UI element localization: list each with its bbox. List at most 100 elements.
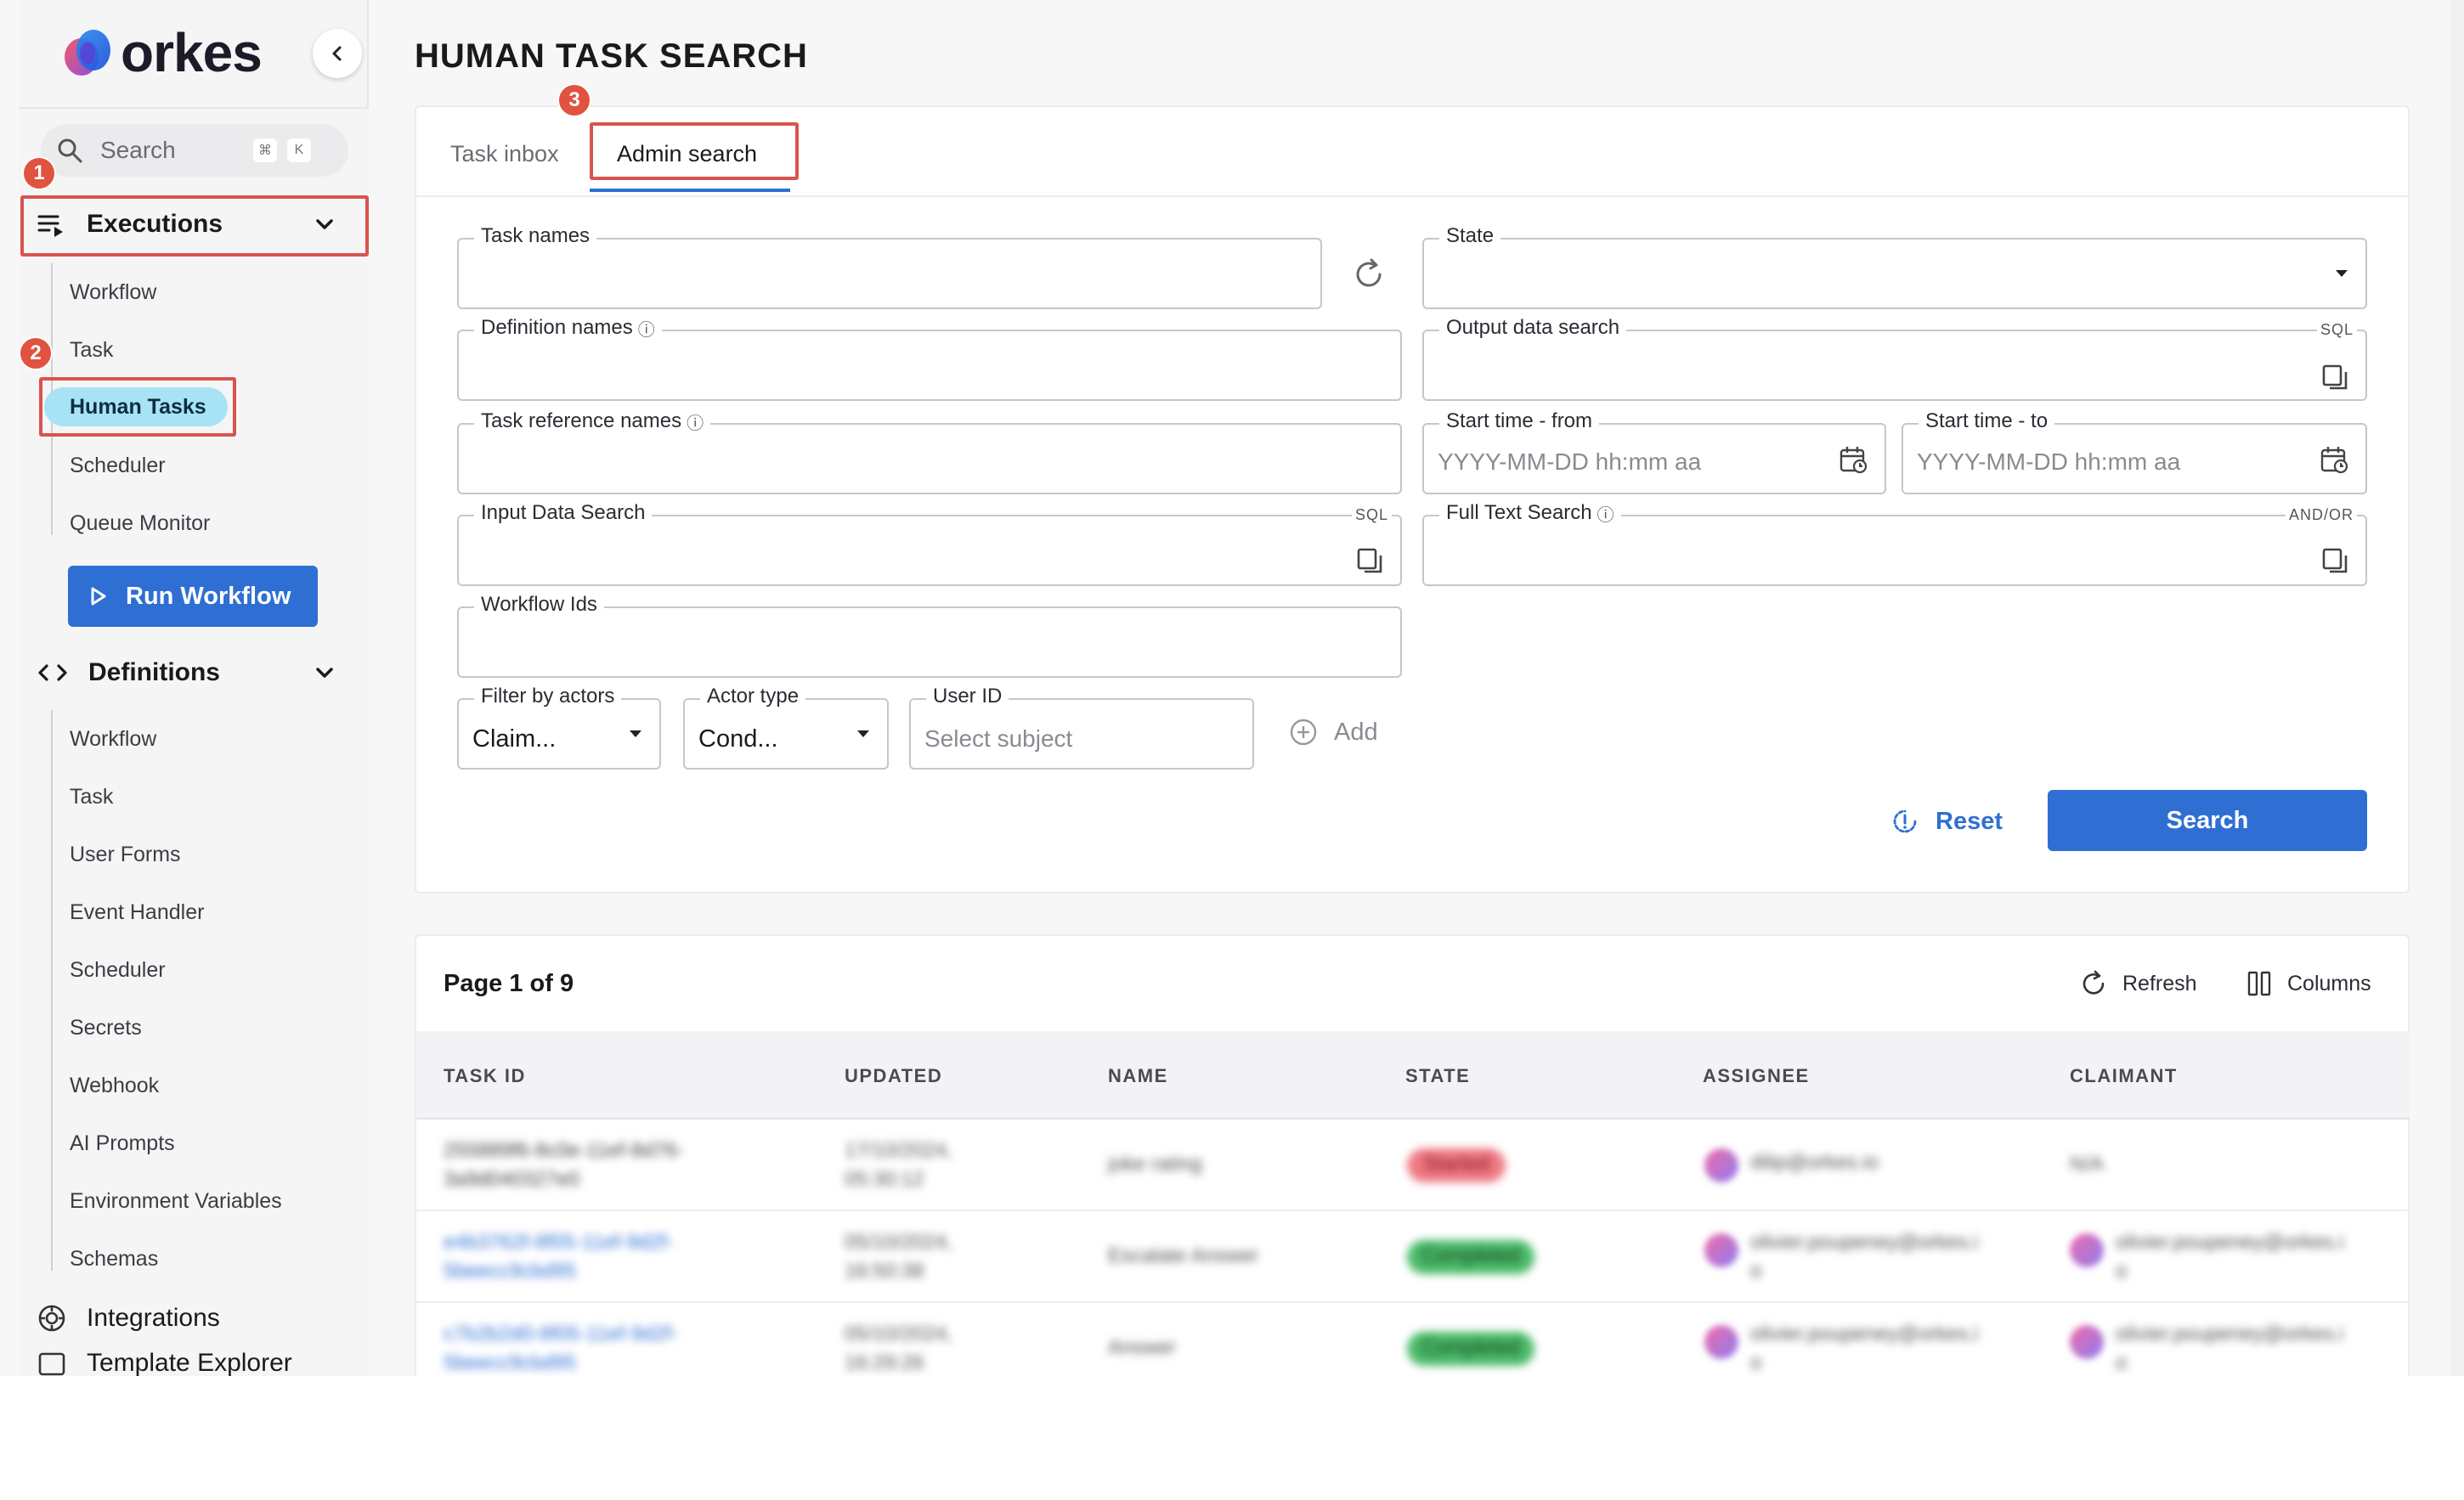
col-assignee[interactable]: ASSIGNEE (1703, 1065, 1810, 1087)
input-data-search-field[interactable]: Input Data Search SQL (457, 501, 1402, 586)
sidebar-item-def-task[interactable]: Task (70, 780, 113, 814)
reload-button[interactable] (1351, 257, 1387, 296)
kbd-k: K (287, 138, 311, 162)
reset-label: Reset (1936, 807, 2003, 835)
filter-by-actors-select[interactable]: Filter by actors Claim... (457, 685, 661, 770)
name-cell: Escalate Answer (1108, 1244, 1259, 1267)
state-cell: Completed (1421, 1244, 1521, 1267)
avatar (1704, 1148, 1738, 1182)
calendar-clock-icon[interactable] (1839, 445, 1869, 476)
sidebar-item-def-workflow[interactable]: Workflow (70, 722, 156, 756)
definitions-tree-line (51, 710, 53, 1271)
annotation-badge-1: 1 (22, 156, 56, 190)
columns-button[interactable]: Columns (2246, 970, 2371, 997)
sql-tag: SQL (2316, 321, 2357, 339)
updated-date: 05/10/2024, (845, 1231, 952, 1254)
assignee-cell: dilip@orkes.io (1750, 1151, 1879, 1174)
sidebar-item-queue-monitor[interactable]: Queue Monitor (70, 506, 210, 540)
col-updated[interactable]: UPDATED (845, 1065, 942, 1087)
sidebar-item-def-scheduler[interactable]: Scheduler (70, 953, 166, 987)
sidebar-search-input[interactable]: Search ⌘ K (41, 124, 348, 177)
nav-section-partial[interactable]: Template Explorer (37, 1351, 348, 1376)
chevron-left-icon (332, 46, 342, 61)
claimant-cell: olivier.poupeney@orkes.i o (2116, 1228, 2344, 1286)
task-names-label: Task names (474, 224, 597, 248)
refresh-label: Refresh (2122, 971, 2197, 995)
add-actor-button[interactable]: Add (1288, 717, 1378, 747)
brand-logo[interactable]: orkes (59, 19, 263, 87)
run-workflow-button[interactable]: Run Workflow (68, 566, 318, 627)
updated-time: 16:50:38 (845, 1260, 924, 1283)
sidebar-item-environment-variables[interactable]: Environment Variables (70, 1184, 282, 1218)
col-task-id[interactable]: TASK ID (444, 1065, 526, 1087)
name-cell: joke rating (1108, 1153, 1202, 1176)
sidebar-item-task[interactable]: Task (70, 333, 113, 367)
output-data-search-field[interactable]: Output data search SQL (1422, 316, 2367, 401)
sidebar-item-webhook[interactable]: Webhook (70, 1069, 159, 1102)
start-time-from-placeholder: YYYY-MM-DD hh:mm aa (1438, 448, 1702, 475)
copy-icon[interactable] (2321, 547, 2350, 576)
sidebar-item-secrets[interactable]: Secrets (70, 1011, 142, 1045)
refresh-icon (2083, 970, 2105, 995)
integrations-icon (38, 1305, 65, 1332)
active-tab-indicator (590, 189, 790, 192)
table-row[interactable]: 255889f6-8c0e-11ef-8d76- 3a9d040327e0 17/… (416, 1119, 2410, 1211)
actor-type-value: Cond... (698, 725, 778, 753)
user-id-field[interactable]: User ID Select subject (909, 685, 1254, 770)
start-time-from-field[interactable]: Start time - from YYYY-MM-DD hh:mm aa (1422, 409, 1886, 494)
copy-icon[interactable] (1356, 547, 1385, 576)
nav-section-definitions[interactable]: Definitions (37, 649, 348, 696)
workflow-ids-field[interactable]: Workflow Ids (457, 593, 1402, 678)
table-row[interactable]: e4b3762f-8f05-11ef-9d2f- 5beecc9cbd95 05/… (416, 1211, 2410, 1303)
task-id-cell[interactable]: 255889f6-8c0e-11ef-8d76- 3a9d040327e0 (444, 1136, 683, 1194)
copy-icon[interactable] (2321, 364, 2350, 392)
state-select[interactable]: State (1422, 224, 2367, 309)
actor-type-select[interactable]: Actor type Cond... (683, 685, 889, 770)
task-id-line-2: 3a9d040327e0 (444, 1168, 580, 1191)
tab-task-inbox[interactable]: Task inbox (450, 141, 559, 167)
table-row[interactable]: c7b2b2d0-8f05-11ef-9d2f- 5beecc9cbd95 05/… (416, 1303, 2410, 1376)
collapse-sidebar-button[interactable] (313, 29, 362, 78)
avatar (1704, 1325, 1738, 1359)
page-scrollbar[interactable] (2450, 0, 2464, 1376)
sidebar-item-ai-prompts[interactable]: AI Prompts (70, 1126, 175, 1160)
assignee-line-2: o (1750, 1351, 1762, 1374)
workflow-ids-label: Workflow Ids (474, 593, 604, 617)
task-names-field[interactable]: Task names (457, 224, 1322, 309)
code-icon (38, 664, 67, 681)
definition-names-field[interactable]: Definition names ⓘ (457, 316, 1402, 401)
col-state[interactable]: STATE (1405, 1065, 1470, 1087)
col-claimant[interactable]: CLAIMANT (2070, 1065, 2178, 1087)
assignee-line-1: olivier.poupeney@orkes.i (1750, 1322, 1979, 1345)
col-name[interactable]: NAME (1108, 1065, 1168, 1087)
task-reference-names-label: Task reference names ⓘ (474, 409, 711, 434)
sidebar-item-user-forms[interactable]: User Forms (70, 837, 181, 871)
claimant-line-2: o (2116, 1260, 2128, 1283)
avatar (2070, 1233, 2104, 1267)
task-id-link[interactable]: c7b2b2d0-8f05-11ef-9d2f- 5beecc9cbd95 (444, 1320, 678, 1376)
sidebar-item-event-handler[interactable]: Event Handler (70, 895, 204, 929)
caret-down-icon (630, 730, 641, 737)
sidebar-item-scheduler[interactable]: Scheduler (70, 448, 166, 482)
updated-cell: 05/10/2024, 16:50:38 (845, 1228, 952, 1286)
task-id-line-1: 255889f6-8c0e-11ef-8d76- (444, 1139, 684, 1162)
caret-down-icon (2336, 270, 2348, 277)
assignee-line-2: o (1750, 1260, 1762, 1283)
nav-section-integrations[interactable]: Integrations (37, 1294, 348, 1342)
task-reference-names-field[interactable]: Task reference names ⓘ (457, 409, 1402, 494)
full-text-search-field[interactable]: Full Text Search ⓘ AND/OR (1422, 501, 2367, 586)
task-id-link[interactable]: e4b3762f-8f05-11ef-9d2f- 5beecc9cbd95 (444, 1228, 673, 1286)
reset-button[interactable]: Reset (1890, 800, 2003, 843)
sidebar-item-workflow[interactable]: Workflow (70, 275, 156, 309)
filter-by-actors-value: Claim... (472, 725, 557, 753)
calendar-clock-icon[interactable] (2320, 445, 2350, 476)
search-button[interactable]: Search (2048, 790, 2367, 851)
definition-names-text: Definition names (481, 316, 633, 339)
search-placeholder: Search (100, 137, 176, 163)
sidebar-item-schemas[interactable]: Schemas (70, 1242, 158, 1276)
highlight-executions (20, 195, 369, 257)
and-or-tag: AND/OR (2285, 506, 2357, 524)
refresh-button[interactable]: Refresh (2080, 970, 2197, 997)
start-time-to-field[interactable]: Start time - to YYYY-MM-DD hh:mm aa (1902, 409, 2367, 494)
brand-name: orkes (121, 22, 263, 83)
